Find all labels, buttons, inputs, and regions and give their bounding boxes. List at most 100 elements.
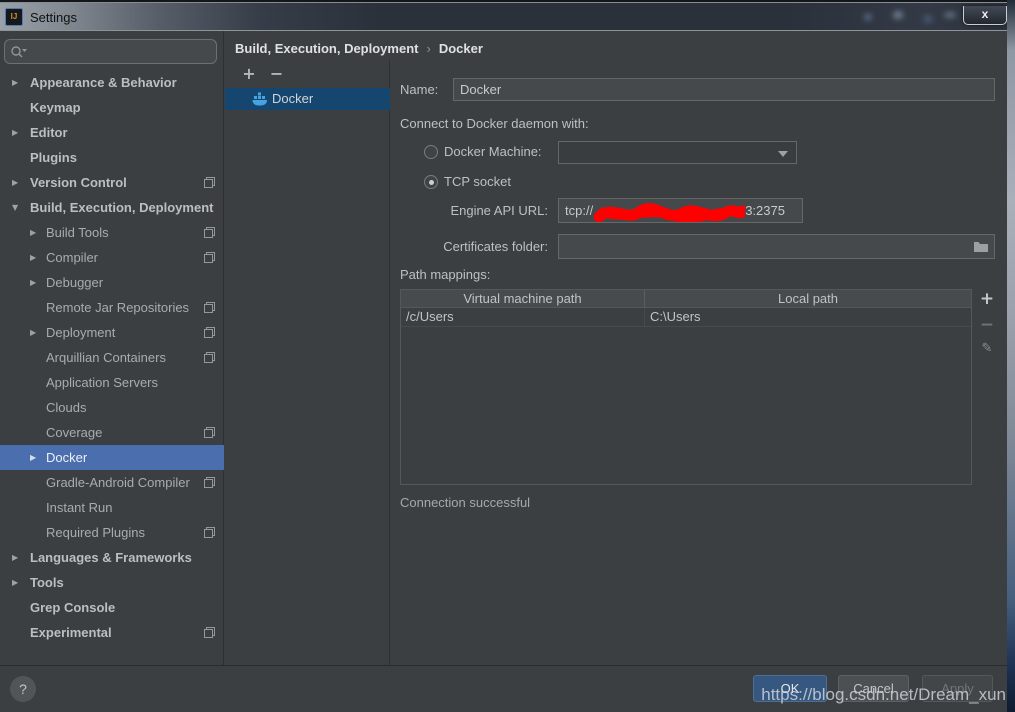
path-mappings-table: Virtual machine pathLocal path /c/UsersC… [400, 289, 972, 485]
add-mapping-button[interactable]: + [975, 289, 999, 315]
certificates-folder-label: Certificates folder: [400, 237, 548, 257]
chevron-right-icon[interactable]: ▶ [30, 320, 36, 345]
chevron-right-icon[interactable]: ▶ [12, 120, 18, 145]
sidebar-item-docker[interactable]: ▶Docker [0, 445, 224, 470]
sidebar-item-editor[interactable]: ▶ Editor [0, 120, 224, 145]
sidebar-item-grep-console[interactable]: Grep Console [0, 595, 224, 620]
table-header-row[interactable]: Virtual machine pathLocal path [401, 290, 971, 308]
footer-bar: ? OK Cancel Apply [0, 665, 1007, 712]
help-button[interactable]: ? [10, 676, 36, 702]
sidebar-item-label: Plugins [30, 145, 77, 170]
chevron-right-icon[interactable]: ▶ [30, 220, 36, 245]
sidebar-item-application-servers[interactable]: Application Servers [0, 370, 224, 395]
breadcrumb: Build, Execution, Deployment›Docker [235, 39, 483, 59]
sidebar-item-label: Keymap [30, 95, 81, 120]
column-header-1[interactable]: Virtual machine path [401, 290, 645, 307]
chevron-right-icon[interactable]: ▶ [30, 270, 36, 295]
remove-mapping-button[interactable]: − [975, 315, 999, 341]
blurred-background-content [850, 5, 965, 29]
sidebar-item-label: Editor [30, 120, 68, 145]
connect-daemon-label: Connect to Docker daemon with: [400, 114, 589, 134]
close-button[interactable]: x [963, 6, 1007, 25]
sidebar-item-label: Application Servers [46, 370, 158, 395]
sidebar-item-experimental[interactable]: Experimental [0, 620, 224, 645]
sidebar-item-label: Tools [30, 570, 64, 595]
settings-dialog: IJ Settings x ▶Appearance & BehaviorKeym… [0, 0, 1015, 712]
shared-settings-icon [204, 327, 215, 338]
title-bar[interactable]: IJ Settings x [0, 0, 1007, 31]
sidebar-item-compiler[interactable]: ▶Compiler [0, 245, 224, 270]
sidebar-item-clouds[interactable]: Clouds [0, 395, 224, 420]
docker-machine-combobox[interactable] [558, 141, 797, 164]
certificates-folder-field[interactable] [558, 234, 995, 259]
search-icon [10, 44, 28, 60]
background-window-edge [1007, 0, 1015, 712]
cancel-button[interactable]: Cancel [838, 675, 909, 702]
ok-button[interactable]: OK [753, 675, 827, 702]
engine-api-url-label: Engine API URL: [400, 201, 548, 221]
docker-instance-item[interactable]: Docker [225, 88, 390, 110]
table-row[interactable]: /c/UsersC:\Users [401, 308, 971, 327]
remove-docker-button[interactable]: − [265, 64, 289, 83]
sidebar-item-required-plugins[interactable]: Required Plugins [0, 520, 224, 545]
name-label: Name: [400, 80, 438, 100]
sidebar-item-remote-jar-repositories[interactable]: Remote Jar Repositories [0, 295, 224, 320]
sidebar-item-gradle-android-compiler[interactable]: Gradle-Android Compiler [0, 470, 224, 495]
chevron-right-icon[interactable]: ▶ [30, 445, 36, 470]
column-header-2[interactable]: Local path [645, 290, 971, 307]
settings-sidebar: ▶Appearance & BehaviorKeymap ▶ EditorPlugi… [0, 31, 224, 665]
engine-api-url-field[interactable]: tcp:// 3:2375 [558, 198, 803, 223]
sidebar-item-label: Remote Jar Repositories [46, 295, 189, 320]
name-field[interactable]: Docker [453, 78, 995, 101]
shared-settings-icon [204, 477, 215, 488]
shared-settings-icon [204, 352, 215, 363]
sidebar-item-appearance-behavior[interactable]: ▶Appearance & Behavior [0, 70, 224, 95]
docker-machine-label[interactable]: Docker Machine: [444, 142, 542, 162]
chevron-right-icon[interactable]: ▶ [30, 245, 36, 270]
chevron-down-icon[interactable]: ▼ [12, 195, 18, 220]
sidebar-item-version-control[interactable]: ▶Version Control [0, 170, 224, 195]
docker-instance-label: Docker [272, 88, 313, 110]
sidebar-item-arquillian-containers[interactable]: Arquillian Containers [0, 345, 224, 370]
sidebar-item-label: Required Plugins [46, 520, 145, 545]
add-docker-button[interactable]: + [237, 64, 261, 83]
docker-settings-form: Name: Docker Connect to Docker daemon wi… [391, 60, 1007, 665]
sidebar-item-instant-run[interactable]: Instant Run [0, 495, 224, 520]
sidebar-item-coverage[interactable]: Coverage [0, 420, 224, 445]
shared-settings-icon [204, 527, 215, 538]
window-title: Settings [30, 10, 77, 25]
shared-settings-icon [204, 427, 215, 438]
path-mappings-label: Path mappings: [400, 265, 490, 285]
chevron-right-icon[interactable]: ▶ [12, 545, 18, 570]
search-input[interactable] [31, 41, 211, 62]
sidebar-item-label: Gradle-Android Compiler [46, 470, 190, 495]
chevron-right-icon[interactable]: ▶ [12, 70, 18, 95]
sidebar-item-plugins[interactable]: Plugins [0, 145, 224, 170]
sidebar-item-languages-frameworks[interactable]: ▶Languages & Frameworks [0, 545, 224, 570]
tcp-socket-radio[interactable] [424, 175, 438, 189]
docker-instances-panel: + − Docker [225, 60, 390, 665]
folder-icon [973, 240, 989, 253]
sidebar-item-debugger[interactable]: ▶ Debugger [0, 270, 224, 295]
sidebar-item-keymap[interactable]: Keymap [0, 95, 224, 120]
sidebar-item-build-tools[interactable]: ▶Build Tools [0, 220, 224, 245]
docker-machine-radio[interactable] [424, 145, 438, 159]
browse-folder-button[interactable] [973, 238, 991, 254]
sidebar-item-label: Debugger [46, 270, 103, 295]
chevron-right-icon[interactable]: ▶ [12, 170, 18, 195]
tcp-socket-label[interactable]: TCP socket [444, 172, 511, 192]
sidebar-item-build-execution-deployment[interactable]: ▼Build, Execution, Deployment [0, 195, 224, 220]
chevron-down-icon [778, 151, 788, 157]
chevron-right-icon[interactable]: ▶ [12, 570, 18, 595]
breadcrumb-current: Docker [439, 41, 483, 56]
shared-settings-icon [204, 252, 215, 263]
sidebar-item-tools[interactable]: ▶ Tools [0, 570, 224, 595]
search-box[interactable] [4, 39, 217, 64]
breadcrumb-separator-icon: › [418, 41, 438, 56]
intellij-logo-icon: IJ [5, 8, 23, 26]
sidebar-item-deployment[interactable]: ▶Deployment [0, 320, 224, 345]
edit-mapping-button[interactable]: ✎ [975, 341, 999, 367]
shared-settings-icon [204, 627, 215, 638]
shared-settings-icon [204, 302, 215, 313]
breadcrumb-parent[interactable]: Build, Execution, Deployment [235, 41, 418, 56]
